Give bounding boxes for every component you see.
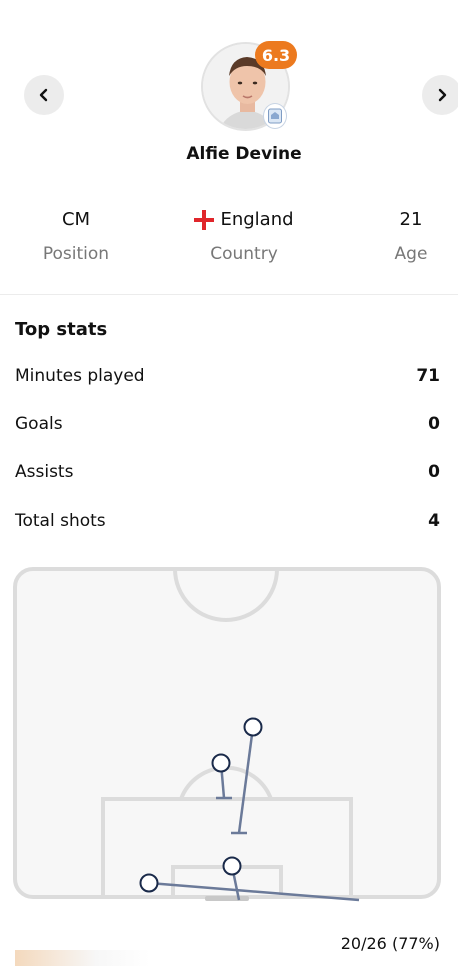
stat-value: 71	[416, 366, 440, 386]
shot-marker[interactable]	[211, 753, 231, 773]
club-crest-icon	[263, 103, 287, 129]
club-crest-shape	[268, 108, 282, 124]
stat-row-assists: Assists 0	[15, 462, 440, 482]
stat-label: Goals	[15, 414, 63, 434]
rating-badge: 6.3	[255, 41, 297, 69]
age-info: 21 Age	[386, 207, 436, 264]
stat-label: Minutes played	[15, 366, 145, 386]
stat-row-minutes-played: Minutes played 71	[15, 366, 440, 386]
stat-label: Assists	[15, 462, 74, 482]
player-name: Alfie Devine	[186, 144, 302, 164]
age-label: Age	[394, 244, 428, 264]
position-value: CM	[61, 209, 91, 230]
england-flag-icon	[194, 210, 215, 230]
country-info: England Country	[184, 207, 304, 264]
stat-row-total-shots: Total shots 4	[15, 511, 440, 531]
pass-accuracy-bar	[15, 950, 150, 966]
stat-label: Total shots	[15, 511, 106, 531]
rating-value: 6.3	[261, 45, 291, 65]
previous-player-button[interactable]	[24, 75, 64, 115]
shot-map	[13, 567, 441, 902]
country-value-row: England	[184, 207, 304, 233]
stat-value: 0	[428, 462, 440, 482]
next-player-button[interactable]	[422, 75, 458, 115]
shot-marker[interactable]	[222, 856, 242, 876]
age-value: 21	[399, 209, 423, 230]
country-value: England	[220, 209, 294, 230]
position-label: Position	[42, 244, 110, 264]
country-label: Country	[210, 244, 278, 264]
player-card: 6.3 Alfie Devine CM Position England Cou…	[0, 0, 458, 966]
stat-row-goals: Goals 0	[15, 414, 440, 434]
position-info: CM Position	[36, 207, 116, 264]
section-divider	[0, 294, 458, 295]
chevron-right-icon	[438, 88, 447, 102]
top-stats-title: Top stats	[15, 319, 108, 340]
shot-marker[interactable]	[139, 873, 159, 893]
pass-accuracy-summary: 20/26 (77%)	[340, 934, 440, 953]
chevron-left-icon	[39, 88, 48, 102]
stat-value: 4	[428, 511, 440, 531]
shot-marker[interactable]	[243, 717, 263, 737]
stat-value: 0	[428, 414, 440, 434]
goal-marker	[205, 896, 249, 901]
